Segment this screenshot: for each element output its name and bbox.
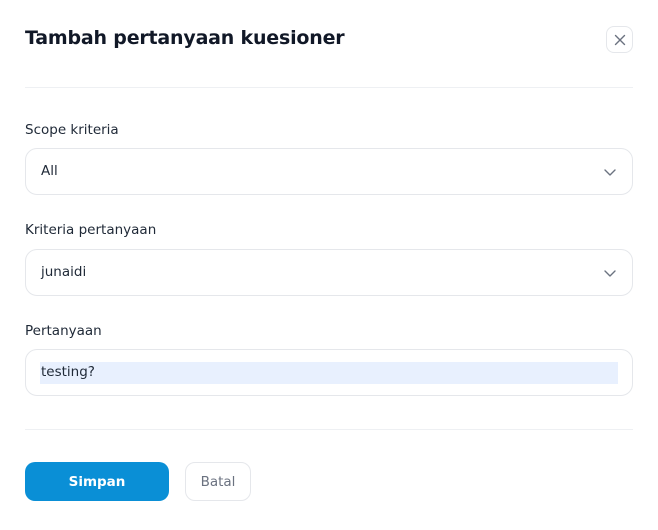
add-question-modal: Tambah pertanyaan kuesioner Scope kriter…: [0, 0, 658, 530]
text-selection-highlight: [40, 362, 618, 384]
scope-label: Scope kriteria: [25, 122, 119, 138]
scope-select-value: All: [41, 163, 58, 179]
chevron-down-icon: [604, 169, 616, 176]
criteria-label: Kriteria pertanyaan: [25, 222, 157, 238]
close-button[interactable]: [606, 26, 633, 53]
question-input-value: testing?: [41, 364, 95, 380]
footer-divider: [25, 429, 633, 430]
scope-select[interactable]: All: [25, 148, 633, 195]
question-input[interactable]: testing?: [25, 349, 633, 396]
close-icon: [614, 34, 625, 45]
modal-header: Tambah pertanyaan kuesioner: [25, 24, 633, 58]
header-divider: [25, 87, 633, 88]
chevron-down-icon: [604, 270, 616, 277]
cancel-button[interactable]: Batal: [185, 462, 251, 501]
question-label: Pertanyaan: [25, 323, 102, 339]
save-button[interactable]: Simpan: [25, 462, 169, 501]
criteria-select-value: junaidi: [41, 264, 87, 280]
criteria-select[interactable]: junaidi: [25, 249, 633, 296]
modal-title: Tambah pertanyaan kuesioner: [25, 27, 345, 49]
